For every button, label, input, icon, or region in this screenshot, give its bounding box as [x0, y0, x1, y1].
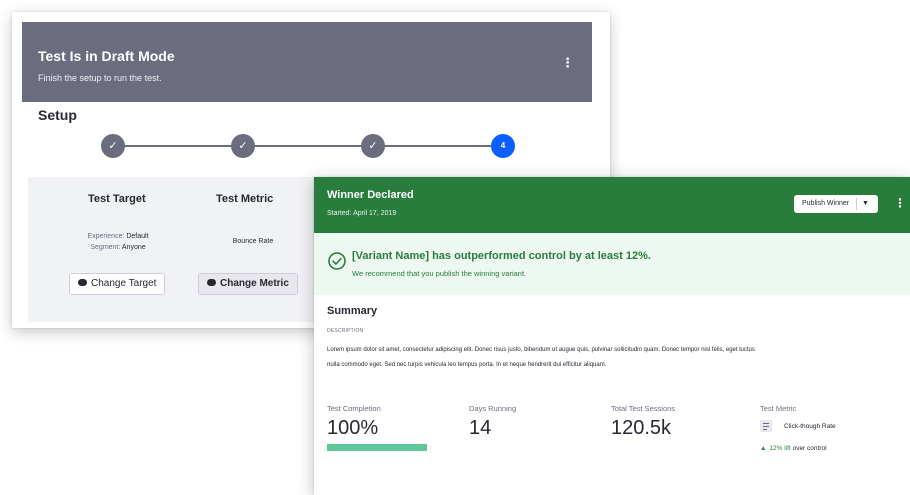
winner-header: Winner Declared Started: April 17, 2019 … — [314, 177, 910, 233]
change-metric-button[interactable]: Change Metric — [198, 273, 298, 295]
total-sessions-label: Total Test Sessions — [611, 404, 676, 413]
pill-icon — [78, 278, 87, 286]
step-1-check-icon[interactable]: ✓ — [101, 134, 125, 158]
segment-label: Segment: — [90, 244, 121, 251]
publish-winner-label: Publish Winner — [802, 200, 850, 207]
step-3-check-icon[interactable]: ✓ — [361, 134, 385, 158]
step-connector — [254, 145, 362, 147]
description-text: Lorem ipsum dolor sit amet, consectetur … — [327, 347, 755, 368]
draft-header: Test Is in Draft Mode Finish the setup t… — [22, 22, 592, 102]
draft-title: Test Is in Draft Mode — [38, 48, 175, 64]
experience-value: Default — [126, 233, 149, 240]
experience-label: Experience: — [87, 233, 125, 240]
draft-subtitle: Finish the setup to run the test. — [38, 73, 162, 83]
check-circle-icon — [328, 252, 346, 270]
change-metric-label: Change Metric — [220, 278, 289, 289]
test-target-details: Experience: Default Segment: Anyone — [68, 231, 168, 253]
winner-card: Winner Declared Started: April 17, 2019 … — [314, 177, 910, 495]
winner-alert: [Variant Name] has outperformed control … — [314, 233, 910, 295]
test-completion-value: 100% — [327, 417, 379, 439]
arrow-up-icon: ▲ — [760, 445, 767, 452]
alert-title: [Variant Name] has outperformed control … — [352, 250, 651, 262]
step-connector — [124, 145, 232, 147]
days-running-label: Days Running — [469, 404, 517, 413]
total-sessions-value: 120.5k — [611, 417, 672, 439]
step-connector — [384, 145, 492, 147]
change-target-label: Change Target — [91, 278, 157, 289]
completion-progress-fill — [327, 444, 427, 451]
change-target-button[interactable]: Change Target — [69, 273, 166, 295]
test-metric-title: Test Metric — [216, 193, 274, 205]
document-icon — [760, 420, 772, 432]
test-metric-label: Test Metric — [760, 404, 797, 413]
alert-subtitle: We recommend that you publish the winnin… — [352, 269, 527, 278]
setup-stepper: ✓ ✓ ✓ 4 — [12, 132, 610, 162]
step-2-check-icon[interactable]: ✓ — [231, 134, 255, 158]
step-4-current[interactable]: 4 — [491, 134, 515, 158]
lift-value: 12% lift — [769, 445, 791, 452]
lift-suffix: over control — [792, 445, 827, 452]
test-metric-value: Bounce Rate — [232, 238, 274, 245]
test-completion-label: Test Completion — [327, 404, 381, 413]
completion-progress-bar — [327, 444, 427, 451]
segment-value: Anyone — [121, 244, 146, 251]
test-target-title: Test Target — [88, 193, 146, 205]
summary-title: Summary — [327, 305, 378, 317]
setup-title: Setup — [38, 107, 77, 123]
pill-icon — [207, 278, 216, 286]
test-metric-value: Click-though Rate — [784, 423, 836, 430]
days-running-value: 14 — [469, 417, 492, 439]
divider — [856, 198, 857, 210]
winner-title: Winner Declared — [327, 189, 414, 201]
winner-start-date: Started: April 17, 2019 — [327, 210, 397, 217]
caret-down-icon[interactable]: ▼ — [862, 195, 869, 213]
draft-kebab-icon[interactable]: ⋮ — [561, 56, 574, 69]
description-label: DESCRIPTION — [327, 328, 364, 334]
lift-indicator: ▲ 12% lift over control — [760, 445, 827, 452]
publish-winner-button[interactable]: Publish Winner ▼ — [794, 195, 878, 213]
winner-kebab-icon[interactable]: ⋮ — [894, 197, 906, 209]
